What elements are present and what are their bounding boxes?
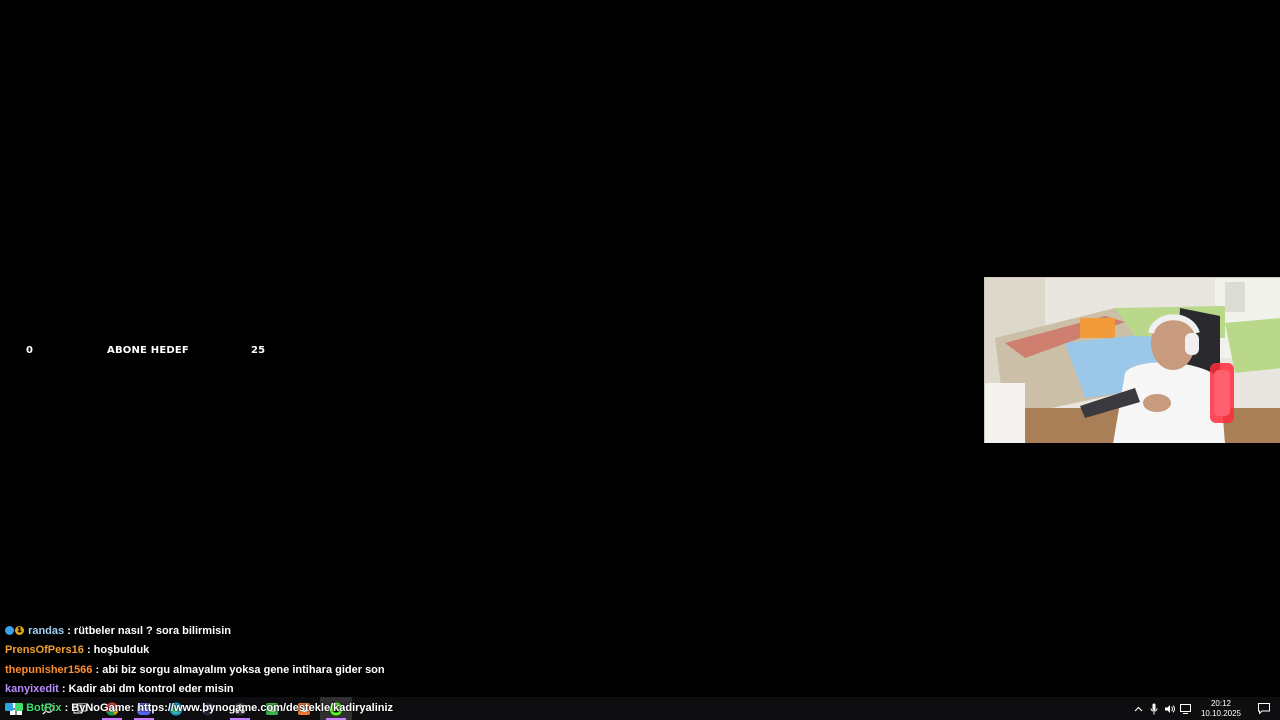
clock-date: 10.10.2025	[1200, 708, 1242, 718]
chat-username: kanyixedit	[5, 683, 59, 696]
chat-text: : hoşbulduk	[86, 644, 150, 657]
goal-end-value: 25	[251, 345, 266, 356]
stream-canvas: 0 ABONE HEDEF 25 1 randas: rütbeler nas…	[0, 0, 1280, 720]
goal-start-value: 0	[26, 345, 34, 356]
speaker-icon	[1165, 704, 1175, 713]
notification-center-button[interactable]	[1248, 697, 1280, 720]
chat-message: thepunisher1566 : abi biz sorgu almayalı…	[0, 661, 700, 680]
notification-icon	[1258, 703, 1270, 714]
chat-username: thepunisher1566	[5, 663, 93, 676]
taskbar-clock[interactable]: 20:12 10.10.2025	[1198, 699, 1244, 719]
chat-username: PrensOfPers16	[5, 644, 84, 657]
chat-overlay: 1 randas : rütbeler nasıl ? sora bilirmi…	[0, 622, 700, 700]
network-icon	[1180, 703, 1191, 714]
chat-message: 1 randas : rütbeler nasıl ? sora bilirmi…	[0, 622, 700, 641]
show-hidden-icons-button[interactable]	[1130, 697, 1146, 720]
clock-time: 20:12	[1210, 698, 1232, 708]
webcam-feed	[984, 277, 1280, 443]
chat-text: : Kadir abi dm kontrol eder misin	[61, 683, 234, 696]
coin-badge-icon: 1	[15, 625, 24, 635]
system-tray: 20:12 10.10.2025	[1130, 697, 1280, 720]
bot-badge-icon	[5, 702, 23, 711]
microphone-tray-button[interactable]	[1146, 697, 1162, 720]
volume-tray-button[interactable]	[1162, 697, 1178, 720]
chat-message: BotRix : ByNoGame: https://www.bynogame.…	[0, 699, 700, 718]
chat-text: : ByNoGame: https://www.bynogame.com/des…	[64, 702, 394, 714]
subscriber-goal-bar: 0 ABONE HEDEF 25	[0, 340, 290, 362]
chevron-up-icon	[1134, 706, 1142, 711]
microphone-icon	[1150, 703, 1158, 714]
network-tray-button[interactable]	[1178, 697, 1194, 720]
chat-text: : abi biz sorgu almayalım yoksa gene int…	[95, 663, 385, 676]
chat-username: BotRix	[26, 702, 62, 714]
chat-message: PrensOfPers16 : hoşbulduk	[0, 641, 700, 660]
chat-username: randas	[28, 625, 65, 637]
chat-overlay-bottom: BotRix : ByNoGame: https://www.bynogame.…	[0, 699, 700, 718]
chat-text: : rütbeler nasıl ? sora bilirmisin	[67, 625, 232, 637]
goal-label: ABONE HEDEF	[107, 345, 189, 356]
cube-badge-icon	[5, 625, 14, 635]
webcam-image	[985, 278, 1280, 443]
